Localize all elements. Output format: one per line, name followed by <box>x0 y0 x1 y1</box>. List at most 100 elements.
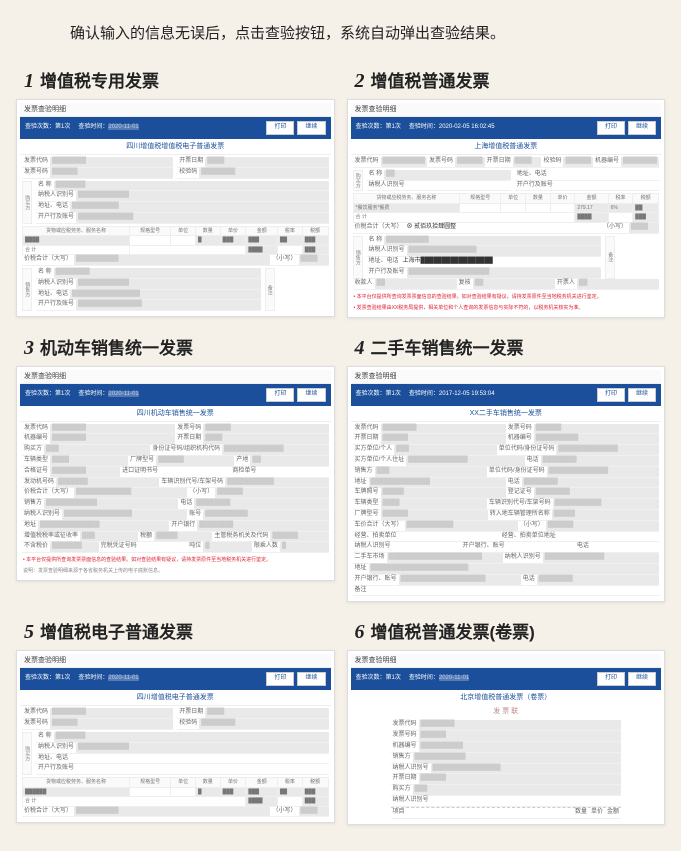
lbl: 查验次数： <box>25 675 55 681</box>
lbl: 查验时间： <box>78 675 108 681</box>
l: 复核 <box>457 279 473 289</box>
val: 第1次 <box>55 124 70 130</box>
l: 纳税人识别号 <box>391 796 431 806</box>
print-button[interactable]: 打印 <box>597 121 625 135</box>
continue-button[interactable]: 继续 <box>297 388 325 402</box>
card-title: 发票查验明细 <box>20 103 331 117</box>
l: 销售方 <box>391 753 413 763</box>
piao-lian: 发 票 联 <box>351 705 662 718</box>
l: 发票代码 <box>353 157 381 167</box>
l: 机器编号 <box>506 434 534 444</box>
lbl: 查验时间： <box>78 391 108 397</box>
caption-num: 1 <box>24 70 34 92</box>
form-title: 四川机动车销售统一发票 <box>20 406 331 422</box>
continue-button[interactable]: 继续 <box>628 388 656 402</box>
continue-button[interactable]: 继续 <box>297 121 325 135</box>
v: █████████████ <box>76 213 328 223</box>
l: 车牌照号 <box>353 488 381 498</box>
l: 合 计 <box>23 797 246 807</box>
l: 收款人 <box>353 279 375 289</box>
l: 发票号码 <box>427 157 455 167</box>
remark-bar: 备注 <box>265 268 275 311</box>
lbl: 查验时间： <box>409 675 439 681</box>
l: 二手车市场 <box>353 553 387 563</box>
l: 单价 <box>589 808 605 818</box>
l: 账号 <box>187 510 203 520</box>
l: 地址、电话 <box>36 290 70 300</box>
continue-button[interactable]: 继续 <box>628 672 656 686</box>
l: （小写） <box>270 255 298 265</box>
result-card-5: 发票查验明细 查验次数：第1次 查验时间：2020-11-01 打印 继续 四川… <box>16 650 335 823</box>
v: ████████████ <box>76 279 260 289</box>
items-table: 货物或应税劳务、服务名称 规格型号 单位 数量 单价 金额 税率 税额 ████… <box>22 777 329 807</box>
l: 地址、电话 <box>36 754 70 764</box>
result-card-2: 发票查验明细 查验次数：第1次 查验时间：2020-02-05 16:02:45… <box>347 99 666 318</box>
l: 车辆类型 <box>353 499 381 509</box>
l: 车辆类型 <box>22 456 50 466</box>
th: 单价 <box>220 778 246 788</box>
l: 发票代码 <box>353 424 381 434</box>
l: 进口证明书号 <box>120 467 160 477</box>
buyer-bar: 购买方 <box>353 170 363 192</box>
note-red2: • 发票查验结果由XX税务局提供，相关单位和个人查询的发票信息与实际不符的，以税… <box>351 303 662 314</box>
l: 厂牌型号 <box>353 510 381 520</box>
l: 开票日期 <box>177 157 205 167</box>
th: 单位 <box>501 194 526 204</box>
l: 发票代码 <box>22 157 50 167</box>
print-button[interactable]: 打印 <box>597 672 625 686</box>
print-button[interactable]: 打印 <box>597 388 625 402</box>
l: 地址、电话 <box>36 202 70 212</box>
print-button[interactable]: 打印 <box>266 121 294 135</box>
l: 开票人 <box>555 279 577 289</box>
example-1: 1增值税专用发票 发票查验明细 查验次数：第1次 查验时间：2020-11-01… <box>10 57 341 324</box>
lbl: 查验时间： <box>409 391 439 397</box>
continue-button[interactable]: 继续 <box>628 121 656 135</box>
caption-title: 增值税普通发票 <box>371 72 490 91</box>
card-title: 发票查验明细 <box>20 654 331 668</box>
v: ████████ <box>199 168 328 178</box>
th: 数量 <box>195 226 220 236</box>
v: ███████████ <box>70 202 328 212</box>
l: 数量 <box>573 808 589 818</box>
print-button[interactable]: 打印 <box>266 388 294 402</box>
l: 单位代码/身份证号码 <box>497 445 557 455</box>
l: 名 称 <box>36 268 54 278</box>
l: 纳税人识别号 <box>503 553 543 563</box>
th: 规格型号 <box>130 226 171 236</box>
l: 纳税人识别号 <box>353 542 393 552</box>
l: 车辆识别代号/车架号码 <box>159 478 225 488</box>
l: 车价合计（大写） <box>353 521 405 531</box>
th: 单价 <box>220 226 246 236</box>
result-card-4: 发票查验明细 查验次数：第1次 查验时间：2017-12-05 19:53:04… <box>347 366 666 603</box>
l: 电话 <box>178 499 194 509</box>
l: 电话 <box>575 542 591 552</box>
l: 价税合计（大写） <box>353 223 405 233</box>
l: 发票代码 <box>22 424 50 434</box>
val: 2020-11-01 <box>108 675 138 681</box>
l: 电话 <box>506 478 522 488</box>
card-title: 发票查验明细 <box>351 103 662 117</box>
caption-6: 6增值税普通发票(卷票) <box>347 614 666 650</box>
l: 转入地车辆管理所名称 <box>488 510 552 520</box>
l: （小写） <box>187 488 215 498</box>
l: 纳税人识别号 <box>36 279 76 289</box>
th: 货物或应税劳务、服务名称 <box>23 778 130 788</box>
l: 发票号码 <box>22 719 50 729</box>
continue-button[interactable]: 继续 <box>297 672 325 686</box>
l: 开户行及账号 <box>515 181 555 191</box>
l: 销售方 <box>353 467 375 477</box>
v: ████ <box>299 255 329 265</box>
examples-grid: 1增值税专用发票 发票查验明细 查验次数：第1次 查验时间：2020-11-01… <box>10 57 671 831</box>
v: ████████ <box>50 157 173 167</box>
th: 金额 <box>246 778 278 788</box>
lbl: 查验次数： <box>356 675 386 681</box>
l: 购买方 <box>22 445 44 455</box>
l: 开票日期 <box>485 157 513 167</box>
note-red: • 本平台仅提供所查询发票票面信息的查验结果。如对查验结果有疑议，请持发票原件至… <box>351 292 662 303</box>
th: 金额 <box>246 226 278 236</box>
example-3: 3机动车销售统一发票 发票查验明细 查验次数：第1次 查验时间：2020-11-… <box>10 324 341 609</box>
l: 合 计 <box>23 245 130 255</box>
val: 第1次 <box>55 391 70 397</box>
th: 单位 <box>171 778 196 788</box>
print-button[interactable]: 打印 <box>266 672 294 686</box>
